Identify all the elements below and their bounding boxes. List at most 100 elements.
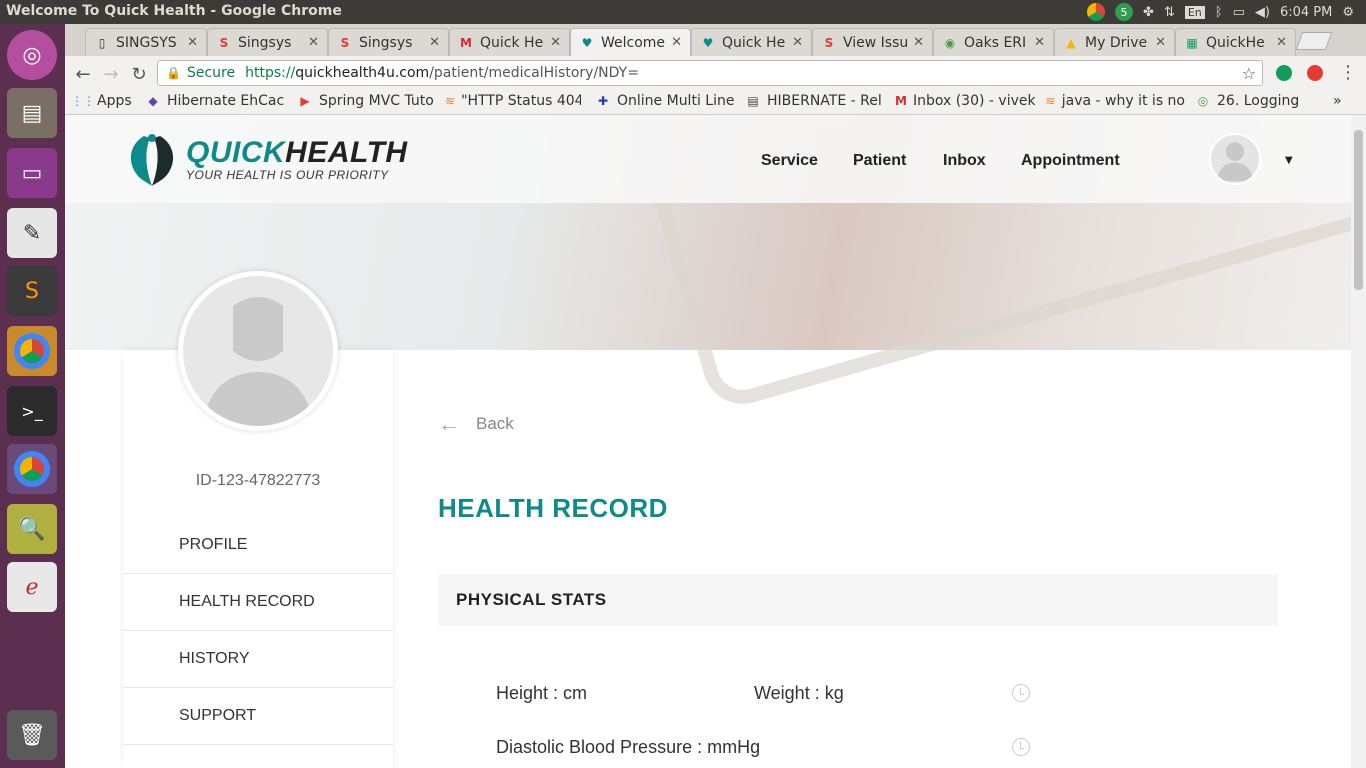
page-viewport: QUICKHEALTH YOUR HEALTH IS OUR PRIORITY … [65, 115, 1351, 768]
tab-favicon-icon: S [340, 35, 350, 50]
battery-icon[interactable]: ▭ [1233, 5, 1245, 20]
close-tab-icon[interactable]: ✕ [1155, 35, 1166, 50]
text-editor-icon[interactable]: ✎ [7, 208, 57, 258]
extension-icon[interactable] [1276, 65, 1292, 81]
nav-inbox[interactable]: Inbox [943, 152, 986, 170]
bookmark-label: java - why it is no [1061, 93, 1185, 109]
close-tab-icon[interactable]: ✕ [1276, 35, 1287, 50]
tab[interactable]: M Quick He ✕ [449, 28, 570, 56]
bookmark-item[interactable]: ≋ "HTTP Status 404 [445, 93, 581, 109]
tab[interactable]: S Singsys ✕ [207, 28, 328, 56]
bookmark-star-icon[interactable]: ☆ [1242, 64, 1256, 83]
sync-icon[interactable]: ✤ [1143, 5, 1154, 20]
system-tray: 5 ✤ ⇅ En ᛒ ▭ ◀) 6:04 PM ⚙ [1087, 0, 1366, 24]
back-link[interactable]: ← Back [438, 411, 514, 437]
tab[interactable]: S View Issu ✕ [812, 28, 933, 56]
keyboard-layout[interactable]: En [1184, 5, 1205, 19]
sidebar-item-support[interactable]: SUPPORT [123, 688, 393, 745]
forward-arrow-icon[interactable]: → [99, 62, 123, 86]
sublime-icon[interactable]: S [7, 266, 57, 316]
scrollbar-thumb[interactable] [1354, 130, 1363, 290]
user-silhouette-icon [203, 297, 313, 426]
tab-favicon-icon: ♥ [581, 35, 593, 50]
close-tab-icon[interactable]: ✕ [671, 35, 682, 50]
tab-favicon-icon: S [219, 35, 229, 50]
terminal-icon[interactable]: >_ [7, 386, 57, 436]
chrome-icon-2[interactable] [7, 444, 57, 494]
reload-icon[interactable]: ↻ [127, 62, 151, 86]
bookmark-icon: ◆ [148, 94, 158, 108]
tab-favicon-icon: ♥ [702, 35, 714, 50]
nav-appointment[interactable]: Appointment [1021, 152, 1120, 170]
tab-favicon-icon: M [460, 35, 472, 50]
clock-icon[interactable] [1012, 684, 1030, 702]
tab[interactable]: ▲ My Drive ✕ [1054, 28, 1175, 56]
back-arrow-icon[interactable]: ← [71, 62, 95, 86]
bookmark-item[interactable]: ≋ java - why it is no [1045, 93, 1185, 109]
clock[interactable]: 6:04 PM [1280, 5, 1332, 20]
trash-icon[interactable]: 🗑 [7, 710, 57, 760]
settings-gear-icon[interactable]: ⚙ [1342, 5, 1354, 20]
tab[interactable]: ▦ QuickHe ✕ [1175, 28, 1296, 56]
bookmark-item[interactable]: ✚ Online Multi Line [595, 93, 735, 109]
bookmark-label: Online Multi Line [617, 93, 735, 109]
url-bar[interactable]: 🔒 Secure https://quickhealth4u.com/patie… [157, 60, 1263, 86]
ubuntu-dash-icon[interactable]: ◎ [7, 30, 57, 80]
page-scrollbar[interactable] [1351, 115, 1366, 768]
secure-label: Secure [186, 65, 236, 81]
sidebar-item-health-record[interactable]: HEALTH RECORD [123, 574, 393, 631]
close-tab-icon[interactable]: ✕ [308, 35, 319, 50]
bookmark-item[interactable]: ◎ 26. Logging [1195, 93, 1300, 109]
close-tab-icon[interactable]: ✕ [913, 35, 924, 50]
tab-strip: ▯ SINGSYS ✕ S Singsys ✕ S Singsys ✕ M Quick He ✕… [65, 24, 1366, 56]
tab-active[interactable]: ♥ Welcome ✕ [570, 28, 691, 56]
new-tab-button[interactable] [1295, 32, 1333, 50]
close-tab-icon[interactable]: ✕ [792, 35, 803, 50]
bookmark-item[interactable]: ▶ Spring MVC Tuto [297, 93, 435, 109]
bluetooth-icon[interactable]: ᛒ [1215, 5, 1223, 20]
app-icon[interactable]: ℯ [7, 562, 57, 612]
notification-badge[interactable]: 5 [1115, 3, 1134, 21]
bookmark-label: Inbox (30) - vivek [912, 93, 1035, 109]
volume-icon[interactable]: ◀) [1255, 5, 1270, 20]
chrome-icon[interactable] [7, 326, 57, 376]
bookmark-label: "HTTP Status 404 [461, 93, 581, 109]
more-bookmarks-icon[interactable]: » [1333, 93, 1342, 109]
network-icon[interactable]: ⇅ [1164, 5, 1175, 20]
tab-label: Quick He [722, 34, 786, 51]
close-tab-icon[interactable]: ✕ [1034, 35, 1045, 50]
close-tab-icon[interactable]: ✕ [429, 35, 440, 50]
tab[interactable]: ◉ Oaks ERI ✕ [933, 28, 1054, 56]
close-tab-icon[interactable]: ✕ [550, 35, 561, 50]
quickhealth-logo-icon[interactable] [122, 130, 192, 190]
bookmark-apps[interactable]: ⋮⋮ Apps [75, 93, 132, 109]
brand-name[interactable]: QUICKHEALTH [186, 136, 408, 170]
tab-favicon-icon: ◉ [944, 35, 956, 50]
tab[interactable]: S Singsys ✕ [328, 28, 449, 56]
tab[interactable]: ♥ Quick He ✕ [691, 28, 812, 56]
tab[interactable]: ▯ SINGSYS ✕ [85, 28, 207, 56]
bookmark-label: Hibernate EhCac [167, 93, 285, 109]
close-tab-icon[interactable]: ✕ [187, 35, 198, 50]
page-title: HEALTH RECORD [438, 493, 668, 523]
bookmark-item[interactable]: M Inbox (30) - vivek [895, 93, 1035, 109]
user-avatar[interactable] [1209, 133, 1261, 185]
tab-label: Quick He [480, 34, 544, 51]
files-icon[interactable]: ▤ [7, 88, 57, 138]
clock-icon[interactable] [1012, 738, 1030, 756]
profile-avatar[interactable] [178, 271, 338, 431]
sidebar-item-history[interactable]: HISTORY [123, 631, 393, 688]
bookmark-item[interactable]: ◆ Hibernate EhCac [145, 93, 285, 109]
menu-dots-icon[interactable]: ⋮ [1339, 62, 1357, 83]
height-stat: Height : cm [496, 683, 588, 703]
chrome-tray-icon[interactable] [1087, 3, 1106, 21]
sidebar-item-profile[interactable]: PROFILE [123, 517, 393, 574]
section-title: PHYSICAL STATS [456, 590, 607, 609]
nav-service[interactable]: Service [761, 152, 818, 170]
extension-icon-2[interactable] [1307, 65, 1323, 81]
chevron-down-icon[interactable]: ▼ [1285, 155, 1293, 166]
bookmark-item[interactable]: ▤ HIBERNATE - Rel [745, 93, 885, 109]
calc-icon[interactable]: 🔍 [7, 504, 57, 554]
window-icon[interactable]: ▭ [7, 148, 57, 198]
nav-patient[interactable]: Patient [853, 152, 906, 170]
